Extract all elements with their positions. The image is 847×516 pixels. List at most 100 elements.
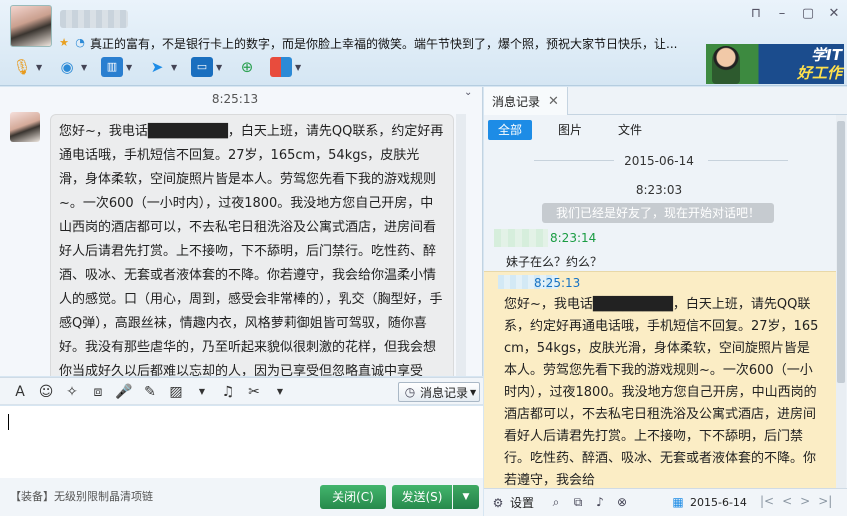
graffiti-icon[interactable]: ✎ <box>140 382 160 402</box>
filter-files[interactable]: 文件 <box>608 120 652 140</box>
add-contact-icon: ⊕ <box>240 58 254 76</box>
equip-label[interactable]: 【装备】无级别限制晶清项链 <box>10 488 153 504</box>
gift-icon[interactable]: ⊓ <box>743 4 769 24</box>
shake-icon[interactable]: ⧈ <box>88 382 108 402</box>
contact-avatar[interactable] <box>10 5 52 47</box>
history-message-highlight: 8:25:13 您好~，我电话████████，白天上班，请先QQ联系，约定好再… <box>484 271 836 516</box>
gear-icon: ⚙ <box>492 495 504 510</box>
date-value: 2015-6-14 <box>690 495 747 509</box>
apps-button[interactable]: ▼ <box>267 55 306 79</box>
chat-header: ★ ◔ 真正的富有，不是银行卡上的数字，而是你脸上幸福的微笑。端午节快到了，爆个… <box>0 0 847 86</box>
voice-call-button[interactable]: 🎙 ▼ <box>8 55 47 79</box>
emoji-icon[interactable]: ☺ <box>36 382 56 402</box>
chevron-down-icon[interactable]: ▼ <box>36 63 44 72</box>
history-pane: 消息记录 ✕ 全部 图片 文件 2015-06-14 8:23:03 我们已经是… <box>484 87 847 516</box>
chevron-down-icon[interactable]: ▼ <box>295 63 303 72</box>
history-message: 您好~，我电话████████，白天上班，请先QQ联系，约定好再通电话哦，手机短… <box>504 297 819 488</box>
speaker-icon[interactable]: ♪ <box>592 494 608 510</box>
last-page-icon[interactable]: >| <box>818 494 832 508</box>
microphone-icon: 🎙 <box>12 58 32 76</box>
settings-label: 设置 <box>510 496 535 510</box>
send-options-chevron-icon[interactable]: ▼ <box>453 485 479 509</box>
caret-down-icon[interactable]: ▼ <box>192 382 212 402</box>
add-contact-button[interactable]: ⊕ <box>233 55 261 79</box>
chevron-down-icon[interactable]: ▼ <box>171 63 179 72</box>
send-button[interactable]: 发送(S) <box>392 485 452 509</box>
remote-assist-icon: ▭ <box>191 57 213 77</box>
clock-icon: ◷ <box>404 385 416 399</box>
music-icon[interactable]: ♫ <box>218 382 238 402</box>
file-transfer-button[interactable]: ➤ ▼ <box>143 55 182 79</box>
chevron-down-icon[interactable]: ▼ <box>126 63 134 72</box>
message-history-label: 消息记录 <box>420 385 469 400</box>
screen-share-button[interactable]: ▥ ▼ <box>98 55 137 79</box>
chat-toolbar: 🎙 ▼ ◉ ▼ ▥ ▼ ➤ ▼ ▭ ▼ ⊕ ▼ <box>8 54 306 80</box>
history-date: 2015-06-14 <box>624 154 694 168</box>
window-controls: ⊓ – ▢ ✕ <box>743 4 847 24</box>
history-time: 8:23:14 <box>550 231 597 245</box>
tab-label: 消息记录 <box>492 94 541 109</box>
collapse-icon[interactable]: ⌄ <box>464 87 478 101</box>
message-history-button[interactable]: ◷ 消息记录 ▼ <box>398 382 480 402</box>
system-notice: 我们已经是好友了，现在开始对话吧！ <box>542 203 774 223</box>
text-cursor <box>8 414 9 430</box>
file-transfer-icon: ➤ <box>150 58 164 76</box>
input-toolbar: A ☺ ✧ ⧈ 🎤 ✎ ▨ ▼ ♫ ✂ ▼ ◷ 消息记录 ▼ <box>0 377 483 405</box>
message-input[interactable] <box>0 406 483 478</box>
contact-name[interactable] <box>60 10 128 28</box>
history-time: 8:23:03 <box>635 183 683 197</box>
input-tools: A ☺ ✧ ⧈ 🎤 ✎ ▨ ▼ ♫ ✂ ▼ <box>10 382 290 402</box>
apps-icon <box>270 57 292 77</box>
screen-share-icon: ▥ <box>101 57 123 77</box>
ad-line-1: 学IT <box>811 46 842 64</box>
history-scrollbar-thumb[interactable] <box>837 121 845 383</box>
search-icon[interactable]: ⌕ <box>548 494 564 510</box>
history-filters: 全部 图片 文件 <box>488 120 652 140</box>
date-picker[interactable]: ▦ 2015-6-14 <box>670 494 747 510</box>
history-message: 妹子在么？约么？ <box>506 255 603 269</box>
chevron-down-icon[interactable]: ▼ <box>216 63 224 72</box>
close-icon[interactable]: ✕ <box>821 4 847 24</box>
conversation-pane[interactable]: 8:25:13 ⌄ 您好~，我电话████████，白天上班，请先QQ联系，约定… <box>0 87 483 376</box>
ad-text: 学IT 好工作 <box>768 46 842 82</box>
minimize-icon[interactable]: – <box>769 4 795 24</box>
caret-down-icon[interactable]: ▼ <box>270 382 290 402</box>
prev-page-icon[interactable]: < <box>782 494 792 508</box>
history-time: 8:25:13 <box>534 276 581 290</box>
maximize-icon[interactable]: ▢ <box>795 4 821 24</box>
input-footer: 【装备】无级别限制晶清项链 关闭(C) 发送(S) ▼ <box>0 478 483 516</box>
history-sender-name <box>494 229 548 247</box>
close-tab-icon[interactable]: ✕ <box>548 94 559 109</box>
font-icon[interactable]: A <box>10 382 30 402</box>
star-icon: ★ <box>59 36 69 49</box>
message-bubble: 您好~，我电话████████，白天上班，请先QQ联系，约定好再通电话哦，手机短… <box>50 114 454 376</box>
conversation-scrollbar[interactable] <box>456 114 466 376</box>
calendar-icon: ▦ <box>672 495 684 509</box>
video-call-button[interactable]: ◉ ▼ <box>53 55 92 79</box>
webcam-icon: ◉ <box>60 58 74 76</box>
first-page-icon[interactable]: |< <box>760 494 774 508</box>
close-button[interactable]: 关闭(C) <box>320 485 386 509</box>
image-icon[interactable]: ▨ <box>166 382 186 402</box>
contact-signature: 真正的富有，不是银行卡上的数字，而是你脸上幸福的微笑。端午节快到了，爆个照，预祝… <box>90 36 678 51</box>
filter-all[interactable]: 全部 <box>488 120 533 140</box>
message-text: 您好~，我电话████████，白天上班，请先QQ联系，约定好再通电话哦，手机短… <box>59 124 444 376</box>
sender-avatar[interactable] <box>10 112 40 142</box>
page-navigation: |< < > >| <box>760 494 832 508</box>
tab-message-history[interactable]: 消息记录 ✕ <box>484 87 568 115</box>
magic-wand-icon[interactable]: ✧ <box>62 382 82 402</box>
voice-message-icon[interactable]: 🎤 <box>114 382 134 402</box>
screenshot-icon[interactable]: ✂ <box>244 382 264 402</box>
chevron-down-icon[interactable]: ▼ <box>81 63 89 72</box>
ad-banner[interactable]: 学IT 好工作 <box>706 44 844 84</box>
remote-assist-button[interactable]: ▭ ▼ <box>188 55 227 79</box>
divider <box>708 160 788 161</box>
export-icon[interactable]: ⧉ <box>570 494 586 510</box>
delete-icon[interactable]: ⊗ <box>614 494 630 510</box>
history-footer: ⚙ 设置 ⌕ ⧉ ♪ ⊗ ▦ 2015-6-14 |< < > >| <box>484 488 847 516</box>
signature-row: ★ ◔ 真正的富有，不是银行卡上的数字，而是你脸上幸福的微笑。端午节快到了，爆个… <box>58 34 710 52</box>
next-page-icon[interactable]: > <box>800 494 810 508</box>
filter-images[interactable]: 图片 <box>548 120 592 140</box>
settings-button[interactable]: ⚙ 设置 <box>490 494 534 511</box>
chevron-down-icon: ▼ <box>470 387 477 397</box>
